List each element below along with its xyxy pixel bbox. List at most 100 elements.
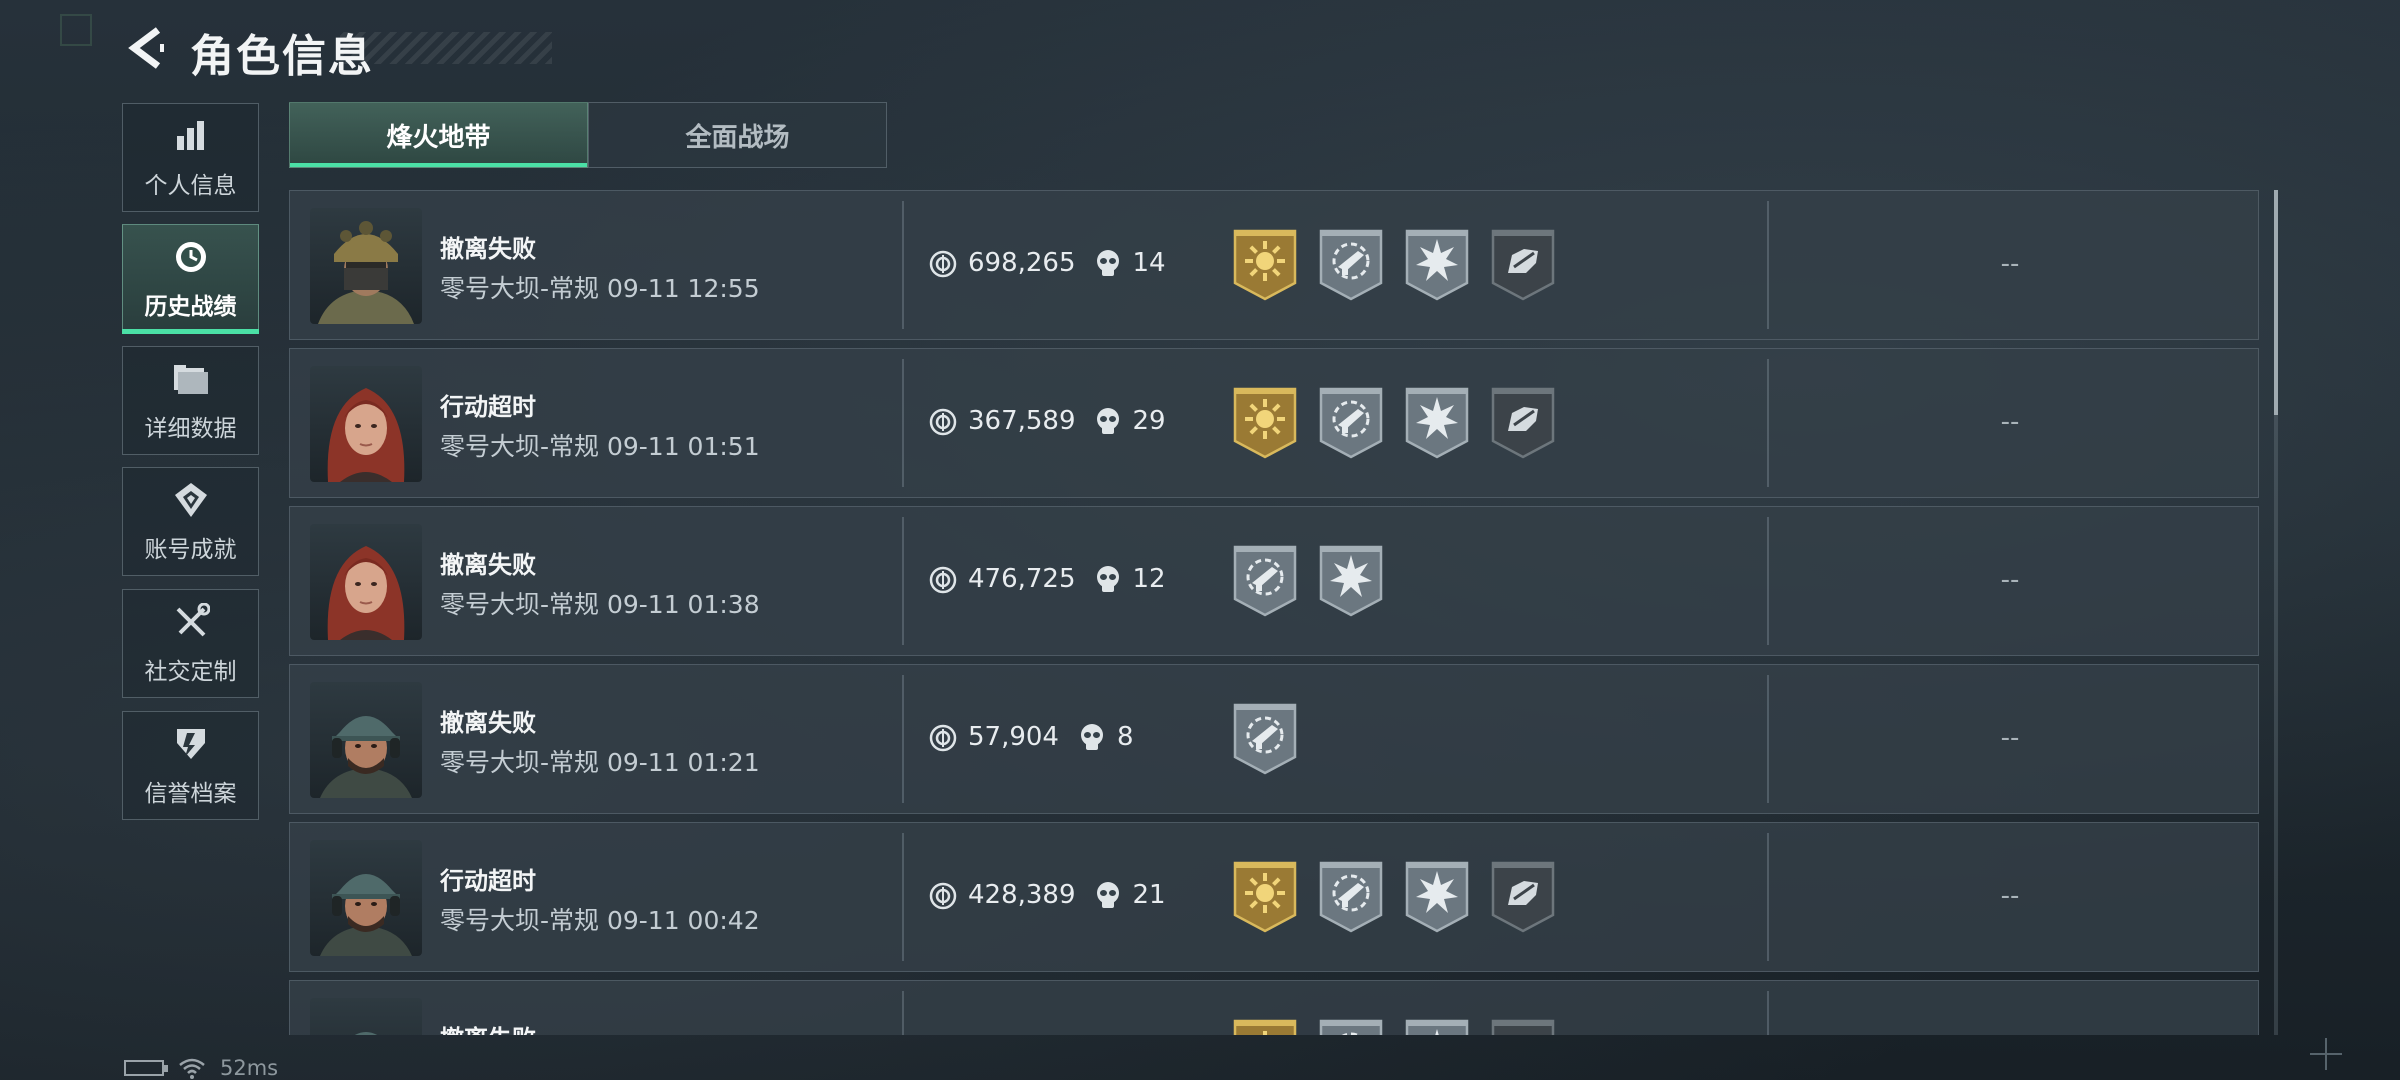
achievement-badges	[1232, 385, 1556, 459]
sidebar-item-0[interactable]: 个人信息	[122, 103, 259, 212]
gear-rifle-badge-icon[interactable]	[1232, 701, 1298, 775]
achievement-badges	[1232, 227, 1556, 301]
skull-kill-icon	[1093, 564, 1123, 596]
gear-rifle-badge-icon[interactable]	[1318, 859, 1384, 933]
match-result: 撤离失败	[440, 1019, 536, 1035]
dark-hand-badge-icon[interactable]	[1490, 1017, 1556, 1035]
folder-icon	[171, 359, 211, 399]
column-divider	[902, 675, 904, 803]
dark-hand-badge-icon[interactable]	[1490, 385, 1556, 459]
loot-value: 698,265	[968, 248, 1076, 278]
skull-kill-icon	[1093, 880, 1123, 912]
sidebar-item-1[interactable]: 历史战绩	[122, 224, 259, 334]
match-record-row[interactable]: 行动超时 零号大坝-常规 09-11 01:51 367,589 29 --	[289, 348, 2259, 498]
gear-rifle-badge-icon[interactable]	[1318, 227, 1384, 301]
coin-icon	[928, 881, 958, 911]
match-map-time: 零号大坝-常规 09-11 01:51	[440, 432, 760, 461]
back-button[interactable]	[120, 22, 172, 74]
gold-sun-badge-icon[interactable]	[1232, 1017, 1298, 1035]
burst-badge-icon[interactable]	[1404, 1017, 1470, 1035]
operator-avatar	[310, 998, 422, 1035]
match-record-row[interactable]: 行动超时 零号大坝-常规 09-11 00:42 428,389 21 --	[289, 822, 2259, 972]
column-divider	[902, 201, 904, 329]
gold-sun-badge-icon[interactable]	[1232, 385, 1298, 459]
sidebar-item-4[interactable]: 社交定制	[122, 589, 259, 698]
gear-rifle-badge-icon[interactable]	[1318, 385, 1384, 459]
column-divider	[1767, 833, 1769, 961]
back-arrow-icon	[128, 27, 164, 69]
kill-count: 21	[1132, 880, 1166, 910]
match-result: 撤离失败	[440, 709, 536, 737]
sidebar-item-3[interactable]: 账号成就	[122, 467, 259, 576]
skull-kill-icon	[1077, 722, 1107, 754]
column-divider	[1767, 991, 1769, 1035]
tab-beacon-zone[interactable]: 烽火地带	[289, 102, 588, 168]
kill-count: 29	[1132, 406, 1166, 436]
dark-hand-badge-icon[interactable]	[1490, 227, 1556, 301]
extra-placeholder: --	[2000, 881, 2020, 911]
screen: 角色信息 个人信息 历史战绩 详细数据 账号成就 社交定制 信誉档案 烽火地带 全面战场 …	[0, 0, 2400, 1080]
gold-sun-badge-icon[interactable]	[1232, 227, 1298, 301]
burst-badge-icon[interactable]	[1318, 543, 1384, 617]
match-record-row[interactable]: 撤离失败零号大坝-常规 09-11 01:21 57,904 8 --	[289, 664, 2259, 814]
sidebar-item-2[interactable]: 详细数据	[122, 346, 259, 455]
match-map-time: 零号大坝-常规 09-11 12:55	[440, 274, 760, 303]
title-decoration	[340, 32, 552, 64]
column-divider	[902, 833, 904, 961]
burst-badge-icon[interactable]	[1404, 227, 1470, 301]
skull-kill-icon	[1093, 248, 1123, 280]
match-map-time: 零号大坝-常规 09-11 01:21	[440, 748, 760, 777]
loot-value: 476,725	[968, 564, 1076, 594]
operator-avatar	[310, 840, 422, 956]
dark-hand-badge-icon[interactable]	[1490, 859, 1556, 933]
extra-placeholder: --	[2000, 565, 2020, 595]
gear-rifle-badge-icon[interactable]	[1318, 1017, 1384, 1035]
match-result: 行动超时	[440, 393, 536, 421]
coin-icon	[928, 723, 958, 753]
match-record-row[interactable]: 撤离失败零号大坝-常规 09-11 12:55 698,265 14 --	[289, 190, 2259, 340]
status-bar: 52ms	[124, 1056, 278, 1080]
match-map-time: 零号大坝-常规 09-11 01:38	[440, 590, 760, 619]
operator-avatar	[310, 208, 422, 324]
kill-count: 12	[1132, 564, 1166, 594]
burst-badge-icon[interactable]	[1404, 859, 1470, 933]
extra-placeholder: --	[2000, 249, 2020, 279]
wifi-icon	[179, 1058, 205, 1079]
column-divider	[1767, 201, 1769, 329]
match-history-list[interactable]: 撤离失败 零号大坝-常规 09-11 12:55 698,265 14 -- 行动超时 零号…	[289, 190, 2259, 1035]
sidebar-item-label: 详细数据	[144, 415, 237, 442]
scrollbar-thumb[interactable]	[2274, 190, 2278, 415]
tools-icon	[171, 602, 211, 642]
extra-placeholder: --	[2000, 723, 2020, 753]
column-divider	[902, 991, 904, 1035]
sidebar-item-5[interactable]: 信誉档案	[122, 711, 259, 820]
burst-badge-icon[interactable]	[1404, 385, 1470, 459]
gear-rifle-badge-icon[interactable]	[1232, 543, 1298, 617]
column-divider	[1767, 517, 1769, 645]
tab-full-battlefield[interactable]: 全面战场	[588, 102, 887, 168]
operator-avatar	[310, 366, 422, 482]
coin-icon	[928, 249, 958, 279]
sidebar-item-label: 历史战绩	[144, 293, 237, 320]
extra-placeholder: --	[2000, 407, 2020, 437]
coin-icon	[928, 407, 958, 437]
clock-icon	[171, 237, 211, 277]
achievement-badges	[1232, 859, 1556, 933]
match-result: 撤离失败	[440, 235, 536, 263]
corner-frame-icon	[60, 14, 92, 46]
operator-avatar	[310, 682, 422, 798]
gold-sun-badge-icon[interactable]	[1232, 859, 1298, 933]
operator-avatar	[310, 524, 422, 640]
crosshair-plus-icon	[2310, 1038, 2342, 1070]
medal-icon	[171, 480, 211, 520]
sidebar-item-label: 账号成就	[144, 536, 237, 563]
column-divider	[1767, 359, 1769, 487]
battery-icon	[124, 1060, 168, 1076]
loot-value: 428,389	[968, 880, 1076, 910]
match-record-row[interactable]: 撤离失败 零号大坝-常规 09-11 01:38 476,725 12 --	[289, 506, 2259, 656]
sidebar-item-label: 社交定制	[144, 658, 237, 685]
kill-count: 14	[1132, 248, 1166, 278]
kill-count: 8	[1117, 722, 1134, 752]
match-record-row[interactable]: 撤离失败	[289, 980, 2259, 1035]
loot-value: 57,904	[968, 722, 1059, 752]
